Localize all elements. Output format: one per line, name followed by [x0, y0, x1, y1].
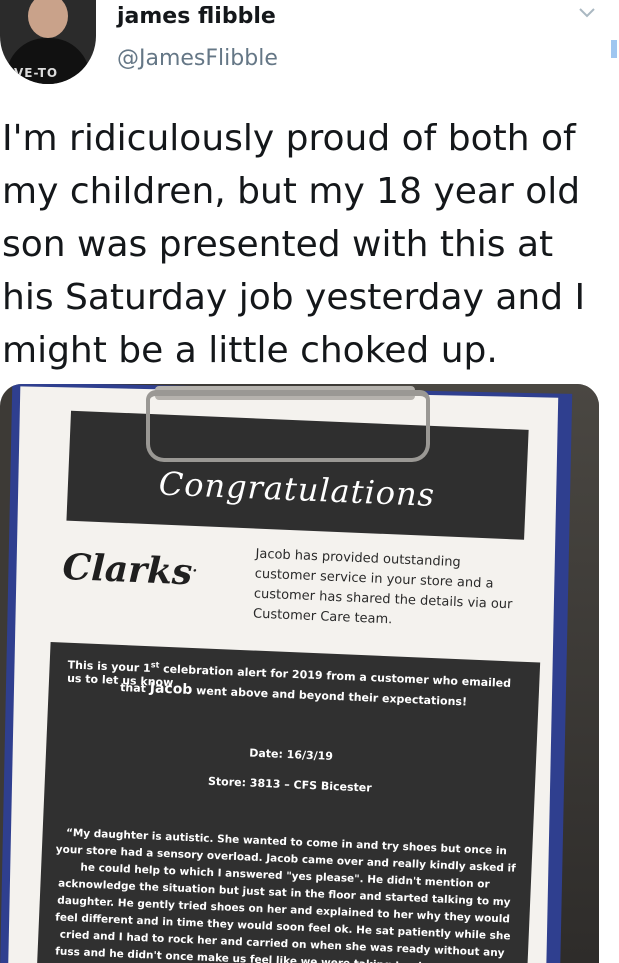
clipboard-clip — [146, 390, 430, 462]
tweet-text: I'm ridiculously proud of both of my chi… — [2, 118, 586, 371]
chevron-down-icon[interactable] — [578, 6, 596, 20]
alert-box: This is your 1st celebration alert for 2… — [36, 642, 541, 963]
brand-name: Clarks — [61, 545, 194, 594]
alert-that: that — [119, 680, 151, 696]
customer-quote: “My daughter is autistic. She wanted to … — [55, 826, 516, 963]
store-line: Store: 3813 – CFS Bicester — [207, 774, 372, 795]
clarks-logo: Clarks. — [62, 546, 198, 594]
alert-name: Jacob — [149, 680, 193, 699]
date-line: Date: 16/3/19 — [248, 746, 334, 763]
intro-text: Jacob has provided outstanding customer … — [252, 546, 513, 628]
avatar-face — [28, 0, 68, 38]
certificate-paper: Congratulations Clarks. Jacob has provid… — [7, 386, 559, 963]
user-handle[interactable]: @JamesFlibble — [117, 46, 278, 71]
display-name[interactable]: james flibble — [117, 4, 276, 29]
banner-title: Congratulations — [158, 464, 436, 515]
scrollbar-thumb[interactable] — [611, 40, 617, 58]
brand-mark: . — [192, 559, 198, 576]
tweet-photo[interactable]: Congratulations Clarks. Jacob has provid… — [0, 384, 599, 963]
avatar[interactable]: VE-TO — [0, 0, 96, 84]
avatar-shirt-text: VE-TO — [14, 66, 59, 80]
